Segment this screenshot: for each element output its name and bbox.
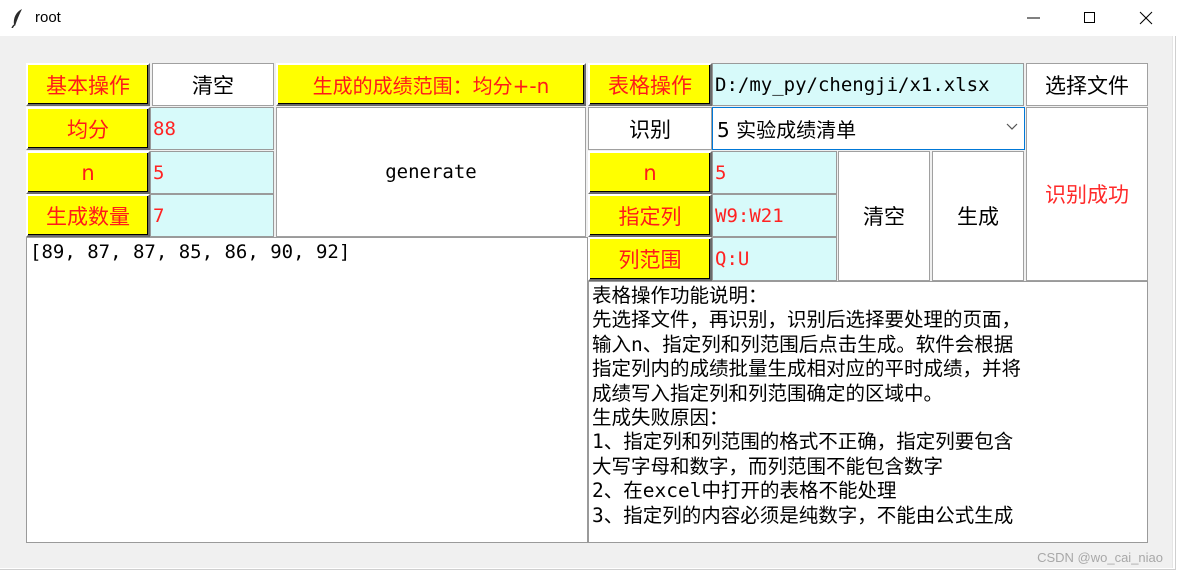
choose-file-button[interactable]: 选择文件: [1026, 63, 1148, 106]
column-input[interactable]: W9:W21: [712, 194, 837, 237]
help-line: 指定列内的成绩批量生成相对应的平时成绩，并将: [592, 357, 1022, 381]
basic-ops-label: 基本操作: [26, 63, 150, 106]
column-label: 指定列: [588, 194, 712, 237]
count-label: 生成数量: [26, 194, 150, 237]
watermark: CSDN @wo_cai_niao: [1037, 550, 1163, 565]
column-range-input[interactable]: Q:U: [712, 237, 837, 281]
output-text: [89, 87, 87, 85, 86, 90, 92]: [30, 241, 351, 263]
maximize-icon: [1084, 12, 1095, 23]
help-line: 表格操作功能说明：: [592, 284, 768, 307]
help-line: 3、指定列的内容必须是纯数字，不能由公式生成: [592, 503, 1014, 527]
sheet-select[interactable]: 5 实验成绩清单: [712, 107, 1025, 150]
average-label: 均分: [26, 107, 150, 150]
output-textbox[interactable]: [89, 87, 87, 85, 86, 90, 92]: [26, 237, 588, 543]
window-titlebar[interactable]: root: [0, 0, 1177, 36]
help-textbox[interactable]: 表格操作功能说明： 先选择文件，再识别，识别后选择要处理的页面， 输入n、指定列…: [588, 281, 1148, 543]
help-line: 生成失败原因：: [592, 406, 729, 430]
table-generate-button[interactable]: 生成: [932, 151, 1024, 281]
help-line: 先选择文件，再识别，识别后选择要处理的页面，: [592, 308, 1022, 332]
feather-icon: [11, 9, 22, 28]
table-clear-button[interactable]: 清空: [838, 151, 930, 281]
close-button[interactable]: [1118, 0, 1174, 36]
window-title: root: [35, 9, 61, 26]
sheet-select-value: 5 实验成绩清单: [717, 118, 857, 142]
range-description-label: 生成的成绩范围：均分+-n: [276, 63, 586, 106]
minimize-button[interactable]: [1006, 0, 1062, 36]
column-range-label: 列范围: [588, 237, 712, 281]
help-line: 1、指定列和列范围的格式不正确，指定列要包含: [592, 430, 1014, 454]
count-input[interactable]: 7: [150, 194, 274, 237]
n-label: n: [26, 151, 150, 194]
file-path-field[interactable]: D:/my_py/chengji/x1.xlsx: [712, 63, 1024, 106]
help-text: 表格操作功能说明： 先选择文件，再识别，识别后选择要处理的页面， 输入n、指定列…: [589, 282, 1021, 528]
maximize-button[interactable]: [1062, 0, 1118, 36]
table-n-input[interactable]: 5: [712, 151, 837, 194]
help-line: 大写字母和数字，而列范围不能包含数字: [592, 454, 944, 478]
average-input[interactable]: 88: [150, 107, 274, 150]
generate-button[interactable]: generate: [276, 107, 586, 237]
basic-clear-button[interactable]: 清空: [152, 63, 274, 106]
table-ops-label: 表格操作: [588, 63, 712, 106]
help-line: 成绩写入指定列和列范围确定的区域中。: [592, 381, 944, 405]
chevron-down-icon: [1006, 123, 1018, 130]
n-input[interactable]: 5: [150, 151, 274, 194]
help-line: 输入n、指定列和列范围后点击生成。软件会根据: [592, 332, 1014, 356]
minimize-icon: [1027, 17, 1040, 19]
table-n-label: n: [588, 151, 712, 194]
help-line: 2、在excel中打开的表格不能处理: [592, 479, 897, 503]
identify-button[interactable]: 识别: [588, 107, 712, 150]
identify-status: 识别成功: [1026, 107, 1148, 281]
close-icon: [1139, 11, 1153, 25]
